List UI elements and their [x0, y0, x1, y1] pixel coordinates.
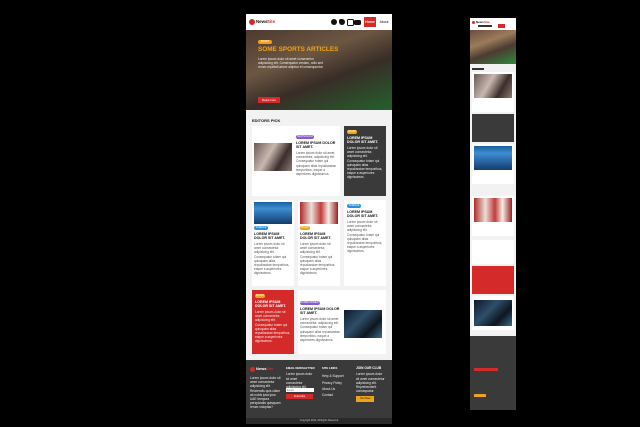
article-image	[254, 202, 292, 224]
mobile-card-5[interactable]	[472, 240, 514, 264]
mobile-card-1[interactable]	[472, 72, 514, 112]
footer-link-contact[interactable]: Contact	[322, 393, 350, 397]
article-image	[344, 310, 382, 338]
article-card-science-text[interactable]: Science Lorem ipsum dolor sit amet. Lore…	[344, 200, 386, 286]
section-title: Editors Pick	[252, 118, 281, 123]
mobile-footer-subscribe-button[interactable]	[474, 368, 498, 371]
site-header: News Site Home About	[246, 14, 392, 30]
footer-about-text: Lorem ipsum dolor sit amet consectetur a…	[250, 376, 281, 410]
sport-badge: Sport	[300, 226, 310, 230]
footer-newsletter: Email Newsletter Lorem ipsum dolor sit a…	[286, 366, 316, 399]
mobile-card-2[interactable]	[472, 114, 514, 142]
join-now-button[interactable]: Join Now	[356, 396, 374, 402]
logo-icon	[249, 19, 255, 25]
sport-badge: Sport	[347, 130, 357, 134]
article-title: Lorem ipsum dolor sit amet.	[300, 232, 332, 241]
mobile-preview: News Site	[470, 18, 516, 410]
brand-name-primary: News	[476, 20, 484, 24]
mobile-nav-home-link[interactable]	[498, 24, 505, 28]
hero-sport-badge: Sport	[258, 40, 272, 44]
article-card-wide-1[interactable]: Technology Lorem ipsum dolor sit amet. L…	[252, 126, 340, 196]
mobile-header: News Site	[470, 18, 516, 30]
brand-name-accent: Site	[267, 19, 276, 24]
article-title: Lorem ipsum dolor sit amet.	[347, 136, 379, 145]
site-footer: News Site Lorem ipsum dolor sit amet con…	[246, 360, 392, 424]
article-excerpt: Lorem ipsum dolor sit amet consectetur, …	[296, 151, 336, 177]
article-title: Lorem ipsum dolor sit amet.	[296, 141, 336, 150]
site-links-title: Site Links	[322, 366, 338, 370]
mobile-card-6[interactable]	[472, 266, 514, 294]
mobile-footer	[470, 336, 516, 410]
article-title: Lorem ipsum dolor sit amet.	[300, 307, 340, 316]
article-image	[474, 74, 512, 98]
article-excerpt: Lorem ipsum dolor sit amet consectetur, …	[347, 220, 383, 254]
facebook-icon[interactable]	[331, 19, 337, 25]
brand-logo[interactable]: News Site	[249, 18, 279, 26]
science-badge: Science	[347, 204, 361, 208]
logo-icon	[472, 21, 475, 24]
mobile-footer-join-button[interactable]	[474, 394, 486, 397]
hero-description: Lorem ipsum dolor sit amet consectetur a…	[258, 57, 324, 70]
brand-name-primary: News	[256, 366, 267, 371]
article-excerpt: Lorem ipsum dolor sit amet consectetur, …	[255, 310, 291, 344]
article-title: Lorem ipsum dolor sit amet.	[254, 232, 286, 241]
article-image	[474, 300, 512, 326]
entertainment-badge: Entertainment	[300, 301, 321, 305]
article-image	[474, 146, 512, 170]
mobile-card-4[interactable]	[472, 196, 514, 236]
article-excerpt: Lorem ipsum dolor sit amet consectetur, …	[300, 317, 340, 343]
science-badge: Science	[254, 226, 268, 230]
article-image	[254, 143, 292, 171]
logo-icon	[250, 367, 255, 372]
article-excerpt: Lorem ipsum dolor sit amet consectetur, …	[347, 146, 383, 180]
twitter-icon[interactable]	[339, 19, 345, 25]
copyright-text: Copyright 2019, All Rights Reserved	[299, 419, 339, 422]
nav-home-link[interactable]: Home	[364, 17, 376, 27]
club-text: Lorem ipsum dolor sit amet consectetur a…	[356, 372, 385, 394]
mobile-section-label	[472, 68, 484, 70]
club-title: Join Our Club	[356, 366, 382, 370]
article-card-wide-2[interactable]: Entertainment Lorem ipsum dolor sit amet…	[298, 290, 386, 354]
mobile-hero	[470, 30, 516, 64]
article-card-dark[interactable]: Sport Lorem ipsum dolor sit amet. Lorem …	[344, 126, 386, 196]
footer-link-about[interactable]: About Us	[322, 387, 350, 391]
footer-site-links: Site Links Help & Support Privacy Policy…	[322, 366, 350, 397]
footer-copyright-bar: Copyright 2019, All Rights Reserved	[246, 418, 392, 424]
article-card-red[interactable]: Sport Lorem ipsum dolor sit amet. Lorem …	[252, 290, 294, 354]
mobile-card-3[interactable]	[472, 144, 514, 184]
newsletter-text: Lorem ipsum dolor sit amet consectetur a…	[286, 372, 313, 389]
nav-about-link[interactable]: About	[378, 17, 390, 27]
hero-title: Some sports articles	[258, 46, 339, 53]
technology-badge: Technology	[296, 135, 314, 139]
article-image	[474, 198, 512, 222]
article-card-sport[interactable]: Sport Lorem ipsum dolor sit amet. Lorem …	[298, 200, 340, 286]
hero-banner: Sport Some sports articles Lorem ipsum d…	[246, 30, 392, 110]
newsletter-email-input[interactable]	[286, 388, 314, 392]
article-image	[300, 202, 338, 224]
hero-read-more-button[interactable]: Read more	[258, 97, 280, 103]
footer-link-help[interactable]: Help & Support	[322, 374, 350, 378]
article-card-science[interactable]: Science Lorem ipsum dolor sit amet. Lore…	[252, 200, 294, 286]
sport-badge: Sport	[255, 294, 265, 298]
youtube-icon[interactable]	[354, 19, 361, 25]
mobile-card-7[interactable]	[472, 296, 514, 330]
mobile-social-icons[interactable]	[478, 25, 492, 27]
brand-name-accent: Site	[484, 20, 490, 24]
article-title: Lorem ipsum dolor sit amet.	[347, 210, 379, 219]
article-excerpt: Lorem ipsum dolor sit amet consectetur, …	[300, 242, 336, 276]
article-excerpt: Lorem ipsum dolor sit amet consectetur, …	[254, 242, 290, 276]
newsletter-title: Email Newsletter	[286, 366, 315, 370]
subscribe-button[interactable]: Subscribe	[286, 394, 313, 399]
footer-club: Join Our Club Lorem ipsum dolor sit amet…	[356, 366, 388, 402]
instagram-icon[interactable]	[347, 19, 354, 26]
article-title: Lorem ipsum dolor sit amet.	[255, 300, 287, 309]
footer-link-privacy[interactable]: Privacy Policy	[322, 381, 350, 385]
brand-name-accent: Site	[266, 366, 274, 371]
desktop-preview: News Site Home About Sport Some sports a…	[246, 14, 392, 424]
brand-name-primary: News	[256, 19, 268, 24]
